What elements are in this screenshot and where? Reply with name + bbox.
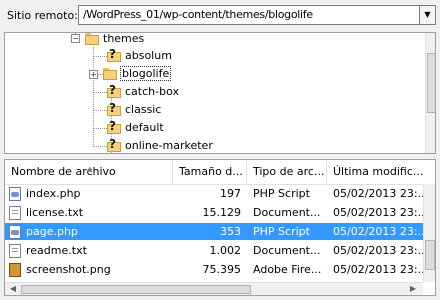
question-folder-icon: ? (107, 119, 121, 135)
path-dropdown-button[interactable]: ▼ (420, 5, 436, 25)
remote-directory-tree[interactable]: − themes ? absolum + blogolife ? catch-box… (4, 32, 436, 154)
remote-site-label: Sitio remoto: (7, 9, 78, 22)
file-row[interactable]: license.txt 15.129 Document... 05/02/201… (5, 204, 423, 221)
file-modified: 05/02/2013 23:... (333, 244, 423, 257)
file-row-selected[interactable]: page.php 353 PHP Script 05/02/2013 23:..… (5, 223, 423, 240)
tree-item-themes[interactable]: themes (85, 32, 145, 48)
scroll-right-icon[interactable]: ▶ (407, 283, 419, 295)
scrollbar-thumb[interactable] (21, 285, 251, 294)
file-name: readme.txt (26, 244, 87, 257)
tree-connector (93, 128, 107, 129)
file-size: 197 (220, 187, 241, 200)
question-folder-icon: ? (107, 83, 121, 99)
file-name: page.php (26, 225, 78, 238)
file-row[interactable]: screenshot.png 75.395 Adobe Fire... 05/0… (5, 261, 423, 282)
folder-icon (85, 33, 99, 45)
tree-item-label: classic (125, 103, 162, 116)
question-folder-icon: ? (107, 47, 121, 63)
php-file-icon (9, 187, 21, 201)
chevron-down-icon: ▼ (424, 10, 431, 19)
scrollbar-thumb[interactable] (425, 240, 435, 270)
tree-vertical-scrollbar[interactable] (425, 33, 435, 153)
file-size: 1.002 (209, 244, 242, 257)
tree-connector (93, 47, 94, 147)
tree-item-blogolife[interactable]: blogolife (103, 65, 172, 83)
tree-item-label: default (125, 121, 164, 134)
file-list-horizontal-scrollbar[interactable]: ◀ ▶ (5, 282, 423, 295)
file-name: license.txt (26, 206, 84, 219)
scroll-left-icon[interactable]: ◀ (7, 283, 19, 295)
file-modified: 05/02/2013 23:... (333, 263, 423, 276)
file-modified: 05/02/2013 23:... (333, 187, 423, 200)
file-size: 15.129 (202, 206, 242, 219)
file-modified: 05/02/2013 23:... (333, 206, 423, 219)
column-header-size[interactable]: Tamaño d... (173, 160, 247, 184)
file-size: 353 (220, 225, 241, 238)
file-size: 75.395 (202, 263, 242, 276)
tree-item-label: themes (103, 32, 145, 45)
file-type: Document... (253, 206, 321, 219)
text-file-icon (9, 244, 21, 258)
text-file-icon (9, 206, 21, 220)
file-type: Adobe Fire... (253, 263, 322, 276)
file-name: index.php (26, 187, 81, 200)
column-header-type[interactable]: Tipo de arc... (247, 160, 327, 184)
folder-icon (103, 68, 117, 80)
remote-path-input[interactable]: /WordPress_01/wp-content/themes/blogolif… (78, 5, 420, 25)
file-modified: 05/02/2013 23:... (333, 225, 423, 238)
tree-connector (93, 92, 107, 93)
collapse-toggle[interactable]: − (71, 34, 80, 43)
file-name: screenshot.png (26, 263, 111, 276)
file-type: PHP Script (253, 225, 310, 238)
tree-item-classic[interactable]: ? classic (107, 101, 161, 119)
scrollbar-thumb[interactable] (427, 53, 435, 113)
up-arrow-icon: ▲ (87, 165, 93, 173)
tree-connector (93, 146, 107, 147)
php-file-icon (9, 225, 21, 239)
tree-item-label: blogolife (119, 66, 172, 81)
tree-item-online-marketer[interactable]: ? online-marketer (107, 137, 213, 153)
tree-connector (93, 110, 107, 111)
remote-path-bar: Sitio remoto: /WordPress_01/wp-content/t… (0, 0, 440, 32)
tree-item-label: catch-box (125, 85, 179, 98)
question-folder-icon: ? (107, 137, 121, 153)
image-file-icon (9, 263, 21, 277)
file-list-header: Nombre de archivo ▲ Tamaño d... Tipo de … (5, 160, 435, 185)
file-row[interactable]: readme.txt 1.002 Document... 05/02/2013 … (5, 242, 423, 259)
tree-item-absolum[interactable]: ? absolum (107, 47, 172, 65)
file-row[interactable]: index.php 197 PHP Script 05/02/2013 23:.… (5, 185, 423, 202)
file-type: Document... (253, 244, 321, 257)
file-list-vertical-scrollbar[interactable] (423, 184, 435, 282)
tree-item-default[interactable]: ? default (107, 119, 164, 137)
column-header-modified[interactable]: Última modific... (327, 160, 435, 184)
tree-connector (93, 56, 107, 57)
question-folder-icon: ? (107, 101, 121, 117)
tree-item-label: online-marketer (125, 139, 213, 152)
tree-item-catch-box[interactable]: ? catch-box (107, 83, 179, 101)
column-header-filename[interactable]: Nombre de archivo ▲ (5, 160, 173, 184)
remote-file-list[interactable]: Nombre de archivo ▲ Tamaño d... Tipo de … (4, 159, 436, 296)
expand-toggle[interactable]: + (89, 70, 98, 79)
file-type: PHP Script (253, 187, 310, 200)
tree-item-label: absolum (125, 49, 172, 62)
